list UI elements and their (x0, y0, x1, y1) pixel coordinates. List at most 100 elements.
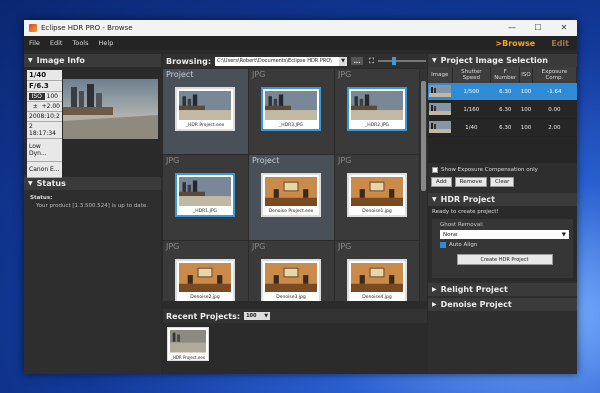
expand-icon: ▶ (432, 301, 437, 308)
cell-exposure: 2.00 (532, 118, 577, 137)
status-header[interactable]: ▼ Status (24, 177, 161, 190)
col-fnumber[interactable]: F Number (490, 67, 521, 83)
selection-header[interactable]: ▼ Project Image Selection (428, 54, 577, 67)
thumbnail-cell[interactable]: JPG _HDR2.JPG (335, 69, 419, 154)
slider-knob[interactable] (391, 57, 396, 65)
cell-shutter: 1/160 (452, 100, 491, 119)
status-body: Status: Your product [1.3.500.524] is up… (24, 190, 161, 214)
auto-align-option[interactable]: Auto Align (440, 239, 569, 251)
minimize-button[interactable]: — (499, 20, 525, 36)
menu-edit[interactable]: Edit (45, 39, 68, 47)
create-hdr-project-button[interactable]: Create HDR Project (456, 254, 553, 265)
cell-exposure: -1.64 (532, 83, 577, 101)
thumbnail-cell[interactable]: JPG _HDR3.JPG (249, 69, 334, 154)
thumbnail[interactable]: Denoise Project.eex (261, 173, 321, 217)
scrollbar-thumb[interactable] (421, 81, 426, 191)
thumbnail[interactable]: _HDR3.JPG (261, 87, 321, 131)
hdr-project-title: HDR Project (440, 195, 495, 204)
thumbnail-cell[interactable]: JPG Denoise2.jpg (163, 241, 248, 301)
auto-align-checkbox[interactable] (440, 242, 446, 248)
show-ev-option[interactable]: Show Exposure Compensation only (428, 163, 577, 177)
close-button[interactable]: ✕ (551, 20, 577, 36)
title-bar[interactable]: Eclipse HDR PRO - Browse — ☐ ✕ (24, 20, 577, 36)
menu-file[interactable]: File (24, 39, 45, 47)
add-button[interactable]: Add (431, 177, 452, 187)
path-input[interactable]: C:\Users\Robert\Documents\Eclipse HDR PR… (215, 56, 340, 66)
file-type-tag: JPG (252, 242, 266, 251)
recent-project-filename: _HDR Project.eex (170, 355, 206, 360)
browser-panel: Browsing: C:\Users\Robert\Documents\Ecli… (163, 54, 427, 374)
thumbnail-filename: Denoise2.jpg (190, 295, 220, 300)
thumbnail-filename: _HDR3.JPG (278, 123, 304, 128)
col-exposure[interactable]: Exposure Comp. (532, 67, 577, 83)
image-info-box: 1/40 F/6.3 ISO 100 ± +2.00 2008:10:2 2 1… (24, 67, 161, 178)
ghost-removal-box: Ghost Removal: None ▼ Auto Align Create … (432, 219, 573, 278)
thumbnail-image (351, 263, 403, 293)
vertical-scrollbar[interactable] (420, 69, 427, 301)
file-type-tag: Project (252, 156, 280, 165)
thumbnail-filename: _HDR Project.eex (185, 123, 225, 128)
recent-count-dropdown[interactable]: 100 ▼ (244, 312, 271, 320)
menu-help[interactable]: Help (94, 39, 119, 47)
thumbnail[interactable]: _HDR Project.eex (175, 87, 235, 131)
remove-button[interactable]: Remove (454, 177, 487, 187)
cell-shutter: 1/40 (452, 118, 491, 137)
thumbnail-cell[interactable]: JPG _HDR1.JPG (163, 155, 248, 240)
thumbnail-size-slider[interactable] (377, 57, 426, 65)
denoise-project-title: Denoise Project (440, 300, 512, 309)
exif-time: 2 18:17:34 (27, 122, 62, 139)
thumbnail-image (179, 177, 231, 207)
show-ev-checkbox[interactable] (432, 167, 438, 173)
selection-row[interactable]: 1/40 6.30 100 2.00 (428, 118, 577, 137)
menu-tools[interactable]: Tools (67, 39, 93, 47)
browsing-label: Browsing: (166, 56, 212, 66)
cell-iso: 100 (519, 100, 533, 119)
thumbnail[interactable]: Denoise2.jpg (175, 259, 235, 301)
thumbnail-cell[interactable]: Project Denoise Project.eex (249, 155, 334, 240)
image-info-title: Image Info (36, 56, 85, 65)
thumbnail-cell[interactable]: Project _HDR Project.eex (163, 69, 248, 154)
col-iso[interactable]: ISO (519, 67, 533, 83)
exif-fnumber: F/6.3 (27, 81, 62, 92)
relight-project-header[interactable]: ▶ Relight Project (428, 283, 577, 296)
col-shutter[interactable]: Shutter Speed (452, 67, 492, 83)
cell-fnumber: 6.30 (490, 118, 520, 137)
file-type-tag: JPG (166, 156, 180, 165)
path-dropdown-icon[interactable]: ▼ (339, 56, 348, 66)
menu-bar: File Edit Tools Help >Browse Edit (24, 36, 577, 50)
image-info-header[interactable]: ▼ Image Info (24, 54, 161, 67)
hdr-project-header[interactable]: ▼ HDR Project (428, 193, 577, 206)
right-panel: ▼ Project Image Selection Image Shutter … (428, 54, 577, 374)
col-image[interactable]: Image (428, 67, 453, 83)
recent-project-item[interactable]: _HDR Project.eex (167, 327, 209, 361)
thumbnail[interactable]: Denoise1.jpg (347, 173, 407, 217)
status-title: Status (36, 179, 66, 188)
thumbnail-cell[interactable]: JPG Denoise3.jpg (249, 241, 334, 301)
selection-row[interactable]: 1/160 6.30 100 0.00 (428, 100, 577, 119)
browse-bar: Browsing: C:\Users\Robert\Documents\Ecli… (163, 54, 427, 68)
clear-button[interactable]: Clear (489, 177, 515, 187)
thumbnail-grid: Project _HDR Project.eex JPG _HDR3.JPG JPG _H… (163, 69, 419, 301)
cell-exposure: 0.00 (532, 100, 577, 119)
selection-row[interactable]: 1/500 6.30 100 -1.64 (428, 83, 577, 101)
recent-header: Recent Projects: 100 ▼ (163, 309, 427, 323)
thumbnail-image (179, 91, 231, 121)
denoise-project-header[interactable]: ▶ Denoise Project (428, 298, 577, 311)
browse-folder-button[interactable]: ... (351, 57, 364, 65)
thumbnail-cell[interactable]: JPG Denoise4.jpg (335, 241, 419, 301)
thumbnail[interactable]: Denoise4.jpg (347, 259, 407, 301)
maximize-button[interactable]: ☐ (525, 20, 551, 36)
thumbnail-filename: Denoise1.jpg (362, 209, 392, 214)
ghost-removal-select[interactable]: None ▼ (440, 230, 569, 239)
selection-table-area: Image Shutter Speed F Number ISO Exposur… (428, 67, 577, 163)
thumbnail[interactable]: _HDR1.JPG (175, 173, 235, 217)
thumbnail-filename: _HDR1.JPG (192, 209, 218, 214)
recent-label: Recent Projects: (166, 311, 241, 321)
mode-browse[interactable]: >Browse (487, 39, 543, 48)
exposure-icon: ± (32, 103, 38, 110)
thumbnail[interactable]: _HDR2.JPG (347, 87, 407, 131)
thumbnail[interactable]: Denoise3.jpg (261, 259, 321, 301)
mode-edit[interactable]: Edit (543, 39, 577, 48)
thumbnail-cell[interactable]: JPG Denoise1.jpg (335, 155, 419, 240)
file-type-tag: JPG (166, 242, 180, 251)
